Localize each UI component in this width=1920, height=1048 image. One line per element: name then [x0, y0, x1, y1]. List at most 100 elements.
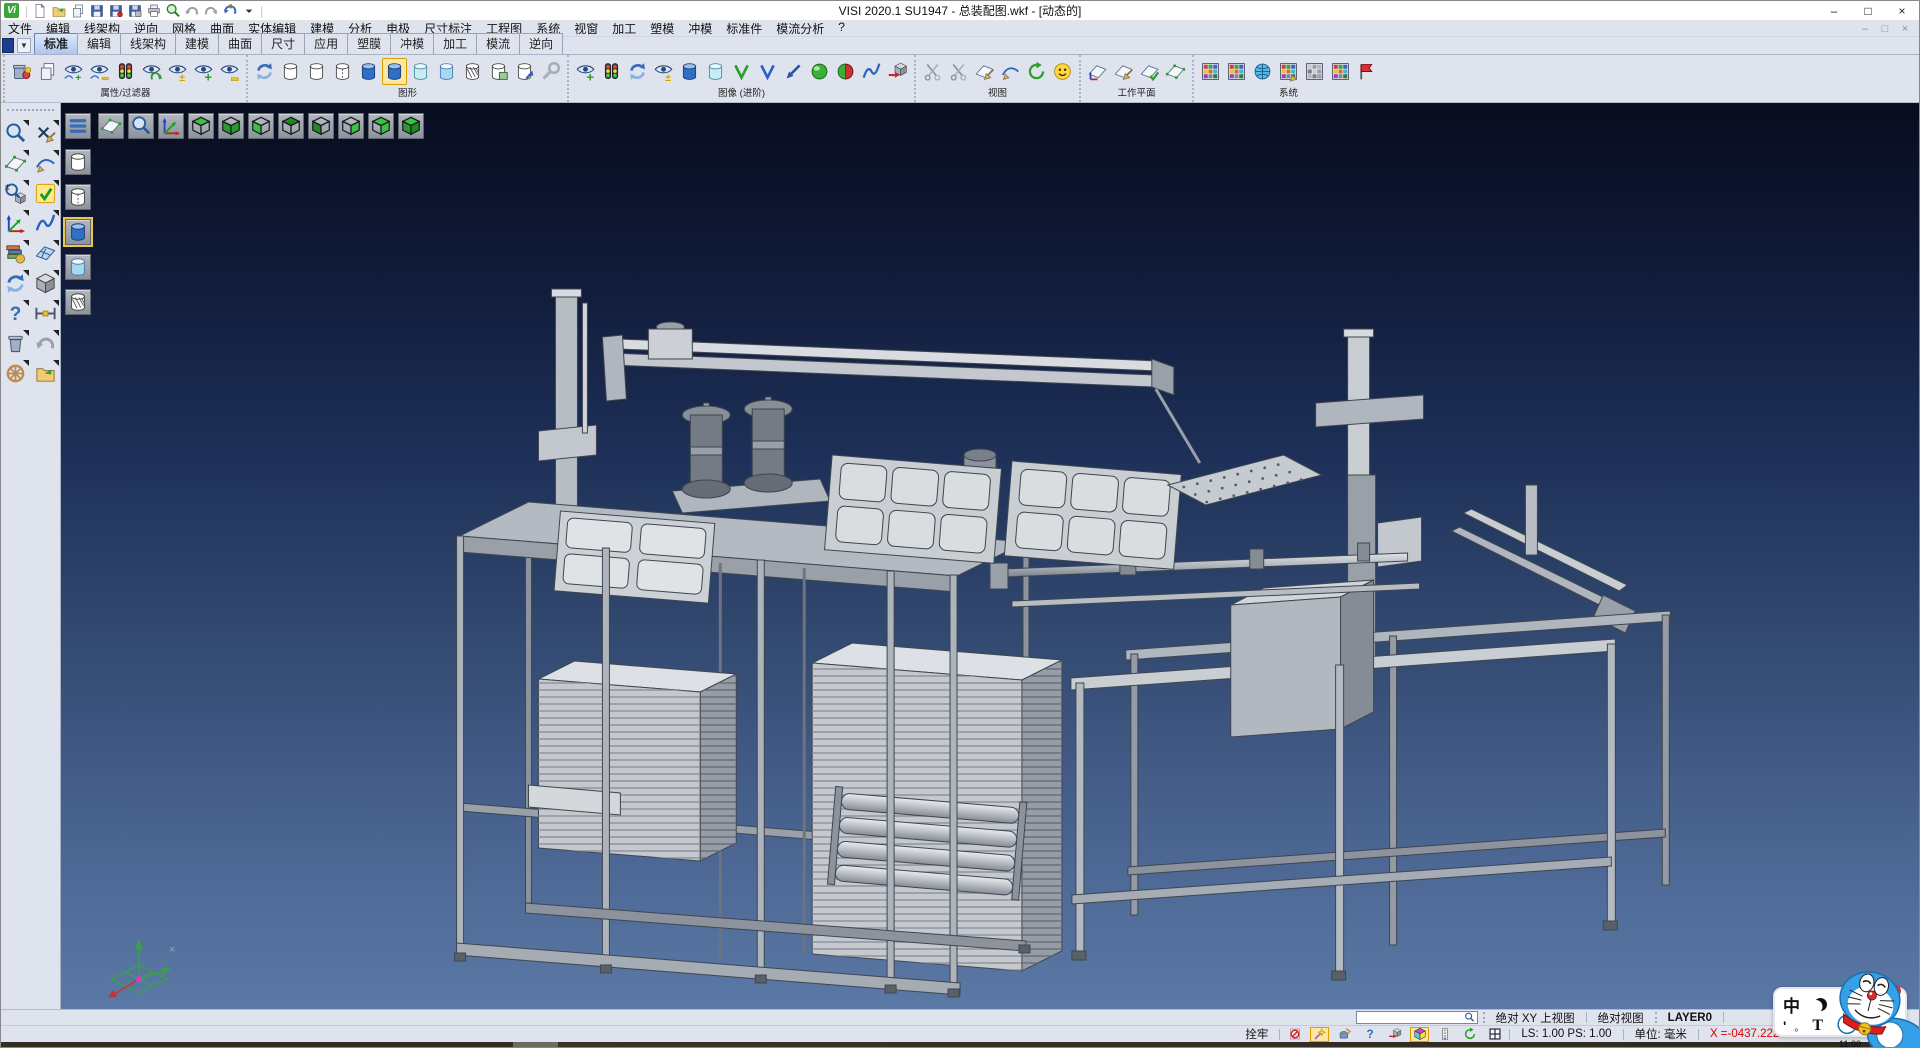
ribbon-tab-9[interactable]: 加工: [433, 33, 477, 54]
adv-zebra-ball-button[interactable]: [833, 58, 858, 85]
search-input[interactable]: [1359, 1012, 1464, 1023]
delete-button[interactable]: [2, 330, 29, 357]
system-flag-button[interactable]: [1354, 58, 1379, 85]
active-layer-label[interactable]: LAYER0: [1662, 1012, 1718, 1024]
render-wireframe-button[interactable]: [65, 149, 91, 175]
units-label[interactable]: 单位: 毫米: [1629, 1026, 1693, 1042]
save-as-button[interactable]: [106, 2, 125, 20]
adv-shade-button[interactable]: [677, 58, 702, 85]
wcs-axes-button[interactable]: [2, 210, 29, 237]
section-view-button[interactable]: [946, 58, 971, 85]
ribbon-tab-0[interactable]: 标准: [34, 33, 78, 54]
preview-button[interactable]: [163, 2, 182, 20]
tab-overflow-dropdown[interactable]: ▼: [17, 38, 31, 53]
view-mode-label[interactable]: 绝对视图: [1592, 1010, 1650, 1026]
adv-analysis-ball-button[interactable]: [807, 58, 832, 85]
save-button[interactable]: [87, 2, 106, 20]
help-button[interactable]: ?: [2, 300, 29, 327]
fit-view-button[interactable]: [98, 113, 124, 139]
adv-show-button[interactable]: +: [573, 58, 598, 85]
solid-display-button[interactable]: [32, 270, 59, 297]
show-all-button[interactable]: +: [191, 58, 216, 85]
undo-gray-button[interactable]: [32, 330, 59, 357]
render-smiley-button[interactable]: [1050, 58, 1075, 85]
system-environment-button[interactable]: [1250, 58, 1275, 85]
edit-view-plane-button[interactable]: [972, 58, 997, 85]
undo-button[interactable]: [182, 2, 201, 20]
undo-history-button[interactable]: [220, 2, 239, 20]
measure-button[interactable]: [32, 300, 59, 327]
ribbon-tab-8[interactable]: 冲模: [390, 33, 434, 54]
axonometric-button[interactable]: [158, 113, 184, 139]
system-settings-grid-button[interactable]: [1328, 58, 1353, 85]
adv-draft-pen-button[interactable]: [781, 58, 806, 85]
redraw-button[interactable]: [252, 58, 277, 85]
status-toolbox-button[interactable]: [1335, 1027, 1354, 1042]
adv-transparency-button[interactable]: [703, 58, 728, 85]
system-edit-palette-button[interactable]: [1276, 58, 1301, 85]
restore-button[interactable]: □: [1851, 1, 1885, 20]
copy-attributes-button[interactable]: [35, 58, 60, 85]
menu-item-17[interactable]: 标准件: [719, 20, 769, 37]
view-right-button[interactable]: [338, 113, 364, 139]
plane-select-button[interactable]: [2, 150, 29, 177]
render-shaded-edges-button[interactable]: [65, 254, 91, 280]
menu-item-16[interactable]: 冲模: [681, 20, 719, 37]
status-layers-button[interactable]: [1435, 1027, 1454, 1042]
show-entities-button[interactable]: +: [61, 58, 86, 85]
status-highlight-button[interactable]: [1310, 1027, 1329, 1042]
ribbon-tab-1[interactable]: 编辑: [77, 33, 121, 54]
mdi-minimize-button[interactable]: –: [1855, 23, 1875, 35]
workplane-axes-button[interactable]: [1085, 58, 1110, 85]
open-file-button[interactable]: [49, 2, 68, 20]
view-bottom-button[interactable]: [218, 113, 244, 139]
minimize-button[interactable]: –: [1817, 1, 1851, 20]
hatch-mode-button[interactable]: [460, 58, 485, 85]
shaded-edges-mode-button[interactable]: [382, 58, 407, 85]
rotate-view-button[interactable]: [1024, 58, 1049, 85]
render-options-button[interactable]: [486, 58, 511, 85]
open-project-button[interactable]: [32, 360, 59, 387]
regenerate-button[interactable]: [2, 270, 29, 297]
view-shaded-iso-button[interactable]: [398, 113, 424, 139]
ribbon-tab-7[interactable]: 塑膜: [347, 33, 391, 54]
sketch-view-button[interactable]: [998, 58, 1023, 85]
render-hatch-button[interactable]: [65, 289, 91, 315]
graphic-tools-button[interactable]: [538, 58, 563, 85]
system-gray-palette-button[interactable]: [1302, 58, 1327, 85]
ribbon-tab-5[interactable]: 尺寸: [261, 33, 305, 54]
new-file-button[interactable]: [30, 2, 49, 20]
ime-period-button[interactable]: 。: [1794, 1019, 1804, 1034]
view-back-button[interactable]: [278, 113, 304, 139]
clip-view-button[interactable]: [920, 58, 945, 85]
attribute-library-button[interactable]: [2, 240, 29, 267]
save-model-button[interactable]: [125, 2, 144, 20]
adv-toggle-button[interactable]: ±: [651, 58, 676, 85]
shaded-mode-button[interactable]: [356, 58, 381, 85]
wireframe-mode-button[interactable]: [278, 58, 303, 85]
sketch-curve-button[interactable]: [32, 150, 59, 177]
transparent-mode-button[interactable]: [408, 58, 433, 85]
viewport-menu-button[interactable]: [65, 113, 91, 139]
navigation-wheel-button[interactable]: [2, 360, 29, 387]
view-top-button[interactable]: [188, 113, 214, 139]
zoom-view-button[interactable]: [2, 120, 29, 147]
ime-language-mode-button[interactable]: 中: [1783, 992, 1800, 1017]
workplane-apply-button[interactable]: [1137, 58, 1162, 85]
render-hidden-line-button[interactable]: [65, 184, 91, 210]
lock-toggle[interactable]: 拴牢: [1239, 1026, 1274, 1042]
adv-filters-button[interactable]: [599, 58, 624, 85]
adv-curvature-blue-button[interactable]: [755, 58, 780, 85]
3d-viewport[interactable]: ×: [61, 103, 1919, 1009]
status-shading-button[interactable]: [1410, 1027, 1429, 1042]
view-orientation-label[interactable]: 绝对 XY 上视图: [1490, 1010, 1581, 1026]
refresh-visibility-button[interactable]: [139, 58, 164, 85]
ribbon-tab-2[interactable]: 线架构: [120, 33, 176, 54]
status-rotate-button[interactable]: [1460, 1027, 1479, 1042]
search-icon[interactable]: [1464, 1012, 1475, 1023]
mdi-restore-button[interactable]: □: [1875, 23, 1895, 35]
mdi-child-icon[interactable]: [2, 38, 14, 53]
hide-all-button[interactable]: [217, 58, 242, 85]
toggle-visibility-button[interactable]: ±: [165, 58, 190, 85]
ribbon-tab-6[interactable]: 应用: [304, 33, 348, 54]
